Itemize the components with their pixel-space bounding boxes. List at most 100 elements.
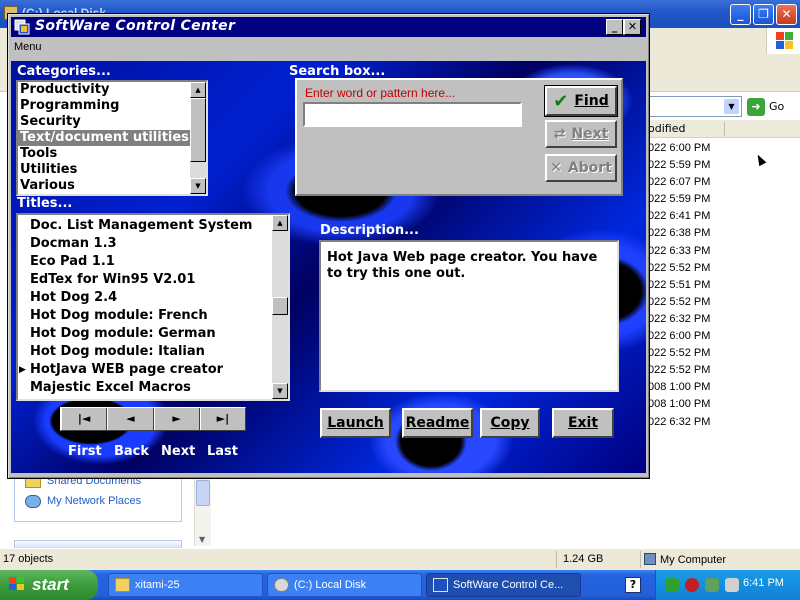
copy-button[interactable]: Copy bbox=[480, 408, 540, 438]
start-button[interactable]: start bbox=[0, 570, 98, 600]
readme-button[interactable]: Readme bbox=[402, 408, 473, 438]
file-date-cell[interactable]: 022 6:32 PM bbox=[648, 311, 748, 328]
scroll-up-icon[interactable]: ▲ bbox=[190, 82, 206, 98]
last-record-button[interactable]: ►| bbox=[199, 408, 245, 430]
restore-icon[interactable]: ❐ bbox=[753, 4, 774, 25]
scroll-down-icon[interactable]: ▼ bbox=[199, 535, 205, 544]
find-button[interactable]: ✔ Find bbox=[544, 85, 618, 117]
file-date-cell[interactable]: 022 5:59 PM bbox=[648, 157, 748, 174]
windows-logo-icon bbox=[766, 28, 800, 54]
title-item-label: Majestic Excel Macros bbox=[30, 380, 191, 395]
my-network-places-link[interactable]: My Network Places bbox=[15, 491, 181, 511]
scrollbar-thumb[interactable] bbox=[272, 297, 288, 315]
title-item[interactable]: Hot Dog module: German bbox=[18, 325, 288, 343]
scrollbar-thumb[interactable] bbox=[190, 98, 206, 162]
my-network-places-label: My Network Places bbox=[47, 495, 142, 507]
minimize-icon[interactable]: _ bbox=[730, 4, 751, 25]
taskbar-item-xitami[interactable]: xitami-25 bbox=[108, 573, 263, 597]
security-shield-icon[interactable] bbox=[685, 578, 699, 592]
category-item[interactable]: Text/document utilities bbox=[18, 130, 206, 146]
launch-button[interactable]: Launch bbox=[320, 408, 391, 438]
next-button[interactable]: ⇄ Next bbox=[545, 120, 617, 148]
file-date-cell[interactable]: 008 1:00 PM bbox=[648, 379, 748, 396]
scroll-up-icon[interactable]: ▲ bbox=[272, 215, 288, 231]
search-hint: Enter word or pattern here... bbox=[305, 86, 456, 100]
titles-listbox[interactable]: Doc. List Management System Docman 1.3 Eco… bbox=[16, 213, 290, 401]
categories-listbox[interactable]: Productivity Programming Security Text/docu… bbox=[16, 80, 208, 196]
file-date-cell[interactable]: 008 1:00 PM bbox=[648, 396, 748, 413]
file-date-cell[interactable]: 022 5:52 PM bbox=[648, 294, 748, 311]
scroll-down-icon[interactable]: ▼ bbox=[272, 383, 288, 399]
go-button[interactable]: ➜ Go bbox=[747, 97, 784, 116]
title-item[interactable]: Doc. List Management System bbox=[18, 217, 288, 235]
title-item-label: Hot Dog module: German bbox=[30, 326, 216, 341]
app-titlebar[interactable]: SoftWare Control Center _ □ bbox=[11, 17, 646, 37]
taskbar-item-software-control-center[interactable]: SoftWare Control Ce... bbox=[426, 573, 581, 597]
file-date-cell[interactable]: 022 6:33 PM bbox=[648, 243, 748, 260]
taskbar: start xitami-25 (C:) Local Disk SoftWare… bbox=[0, 570, 800, 600]
help-icon[interactable]: ? bbox=[625, 577, 641, 593]
taskbar-item-local-disk[interactable]: (C:) Local Disk bbox=[267, 573, 422, 597]
titles-scrollbar[interactable]: ▲ ▼ bbox=[272, 215, 288, 399]
minimize-icon[interactable]: _ bbox=[606, 19, 623, 35]
file-date-cell[interactable]: 022 5:51 PM bbox=[648, 277, 748, 294]
previous-record-button[interactable]: ◄ bbox=[107, 408, 154, 430]
title-item[interactable]: Hot Dog module: Italian bbox=[18, 343, 288, 361]
exit-button[interactable]: Exit bbox=[552, 408, 614, 438]
title-item-label: Docman 1.3 bbox=[30, 236, 117, 251]
taskbar-item-label: (C:) Local Disk bbox=[294, 579, 367, 591]
category-item[interactable]: Various bbox=[18, 178, 206, 194]
file-date-cell[interactable]: 022 6:38 PM bbox=[648, 225, 748, 242]
file-date-cell[interactable]: 022 6:00 PM bbox=[648, 328, 748, 345]
chevron-down-icon[interactable]: ▼ bbox=[724, 99, 739, 114]
category-item[interactable]: Security bbox=[18, 114, 206, 130]
title-item-label: Doc. List Management System bbox=[30, 218, 253, 233]
category-item[interactable]: Tools bbox=[18, 146, 206, 162]
taskbar-item-label: SoftWare Control Ce... bbox=[453, 579, 564, 591]
file-date-cell[interactable]: 022 6:32 PM bbox=[648, 414, 748, 431]
title-item-label: Hot Dog module: Italian bbox=[30, 344, 205, 359]
file-date-cell[interactable]: 022 6:41 PM bbox=[648, 208, 748, 225]
date-modified-column-header[interactable]: odified bbox=[648, 120, 800, 138]
speaker-icon[interactable] bbox=[725, 578, 739, 592]
category-item[interactable]: Programming bbox=[18, 98, 206, 114]
categories-label: Categories... bbox=[17, 64, 111, 79]
scrollbar-thumb[interactable] bbox=[196, 480, 210, 506]
title-item[interactable]: Majestic Excel Macros bbox=[18, 379, 288, 397]
title-item[interactable]: Eco Pad 1.1 bbox=[18, 253, 288, 271]
title-item[interactable]: Hot Dog module: French bbox=[18, 307, 288, 325]
file-date-cell[interactable]: 022 5:52 PM bbox=[648, 362, 748, 379]
scroll-down-icon[interactable]: ▼ bbox=[190, 178, 206, 194]
categories-scrollbar[interactable]: ▲ ▼ bbox=[190, 82, 206, 194]
abort-button[interactable]: ✕ Abort bbox=[545, 154, 617, 182]
column-header-label: odified bbox=[648, 122, 686, 135]
close-icon[interactable]: ✕ bbox=[776, 4, 797, 25]
search-input[interactable] bbox=[303, 102, 522, 127]
first-record-button[interactable]: |◄ bbox=[61, 408, 108, 430]
abort-x-icon: ✕ bbox=[550, 160, 562, 176]
total-size: 1.24 GB bbox=[563, 553, 604, 565]
network-status-icon[interactable] bbox=[665, 578, 679, 592]
location-label: My Computer bbox=[660, 554, 727, 566]
taskbar-clock[interactable]: 6:41 PM bbox=[743, 577, 784, 589]
address-bar[interactable]: ▼ bbox=[648, 96, 742, 117]
menu-item-menu[interactable]: Menu bbox=[14, 41, 42, 53]
close-icon[interactable]: ✕ bbox=[624, 19, 641, 35]
next-record-button[interactable]: ► bbox=[153, 408, 200, 430]
title-item[interactable]: ▶ HotJava WEB page creator bbox=[18, 361, 288, 379]
connection-icon[interactable] bbox=[705, 578, 719, 592]
title-item-label: Hot Dog module: French bbox=[30, 308, 208, 323]
file-date-cell[interactable]: 022 5:52 PM bbox=[648, 260, 748, 277]
file-date-cell[interactable]: 022 6:07 PM bbox=[648, 174, 748, 191]
status-divider bbox=[556, 551, 557, 568]
file-date-cell[interactable]: 022 5:59 PM bbox=[648, 191, 748, 208]
file-date-cell[interactable]: 022 5:52 PM bbox=[648, 345, 748, 362]
title-item[interactable]: Docman 1.3 bbox=[18, 235, 288, 253]
title-item[interactable]: Hot Dog 2.4 bbox=[18, 289, 288, 307]
explorer-scrollbar[interactable]: ▼ bbox=[194, 470, 211, 546]
file-date-cell[interactable]: 022 6:00 PM bbox=[648, 140, 748, 157]
category-item[interactable]: Productivity bbox=[18, 82, 206, 98]
category-item[interactable]: Utilities bbox=[18, 162, 206, 178]
title-item[interactable]: EdTex for Win95 V2.01 bbox=[18, 271, 288, 289]
column-separator[interactable] bbox=[724, 122, 725, 136]
